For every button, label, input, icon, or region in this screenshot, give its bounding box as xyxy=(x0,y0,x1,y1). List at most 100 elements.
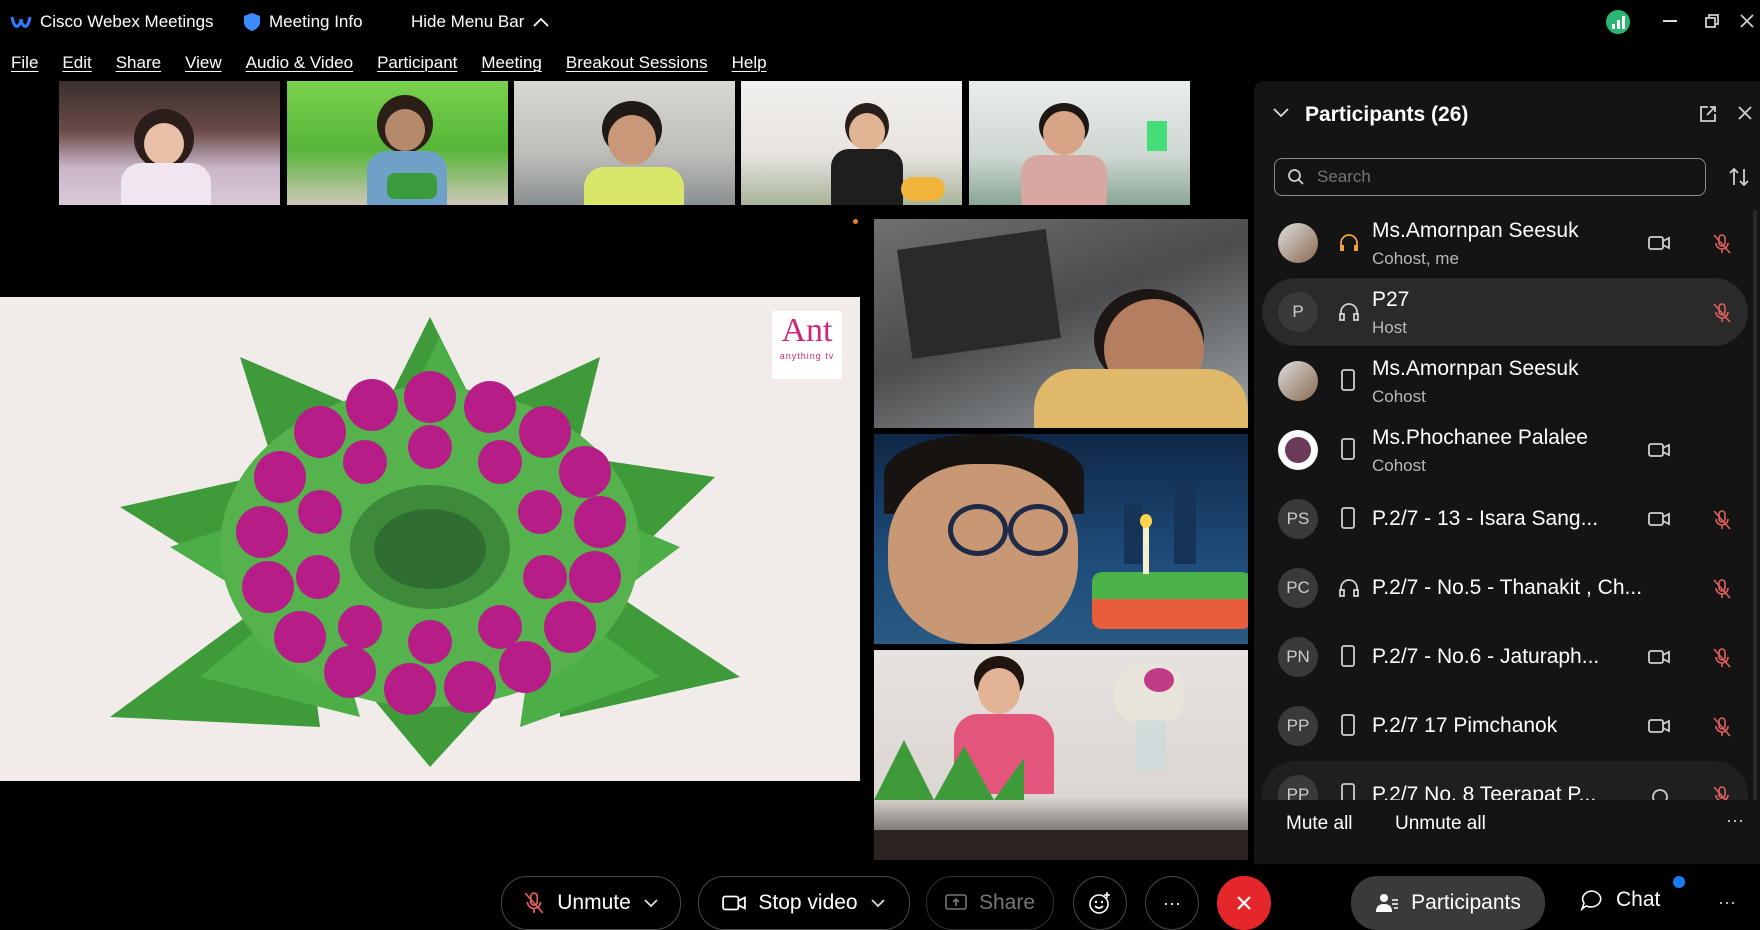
close-panel-button[interactable] xyxy=(1736,104,1754,127)
emoji-icon xyxy=(1089,892,1110,914)
chat-button[interactable]: Chat xyxy=(1580,888,1660,912)
participant-row[interactable]: PS P.2/7 - 13 - Isara Sang... xyxy=(1262,485,1748,553)
chevron-up-icon xyxy=(533,17,550,27)
minimize-icon xyxy=(1663,20,1677,22)
participant-row[interactable]: P P27 Host xyxy=(1262,278,1748,346)
restore-button[interactable] xyxy=(1692,6,1732,36)
chevron-down-icon xyxy=(1273,108,1289,118)
meeting-info-button[interactable]: Meeting Info xyxy=(243,12,363,32)
video-camera-icon xyxy=(1648,650,1670,664)
reactions-button[interactable] xyxy=(1073,876,1127,930)
video-tile[interactable] xyxy=(874,434,1248,644)
app-name: Cisco Webex Meetings xyxy=(40,12,214,31)
close-window-button[interactable] xyxy=(1734,6,1760,36)
unmute-button[interactable]: Unmute xyxy=(501,876,681,930)
participant-row[interactable]: PP P.2/7 17 Pimchanok xyxy=(1262,692,1748,760)
video-thumbnail[interactable] xyxy=(59,81,280,205)
stop-video-label: Stop video xyxy=(758,891,858,914)
video-tile[interactable] xyxy=(874,650,1248,860)
end-meeting-button[interactable] xyxy=(1217,876,1271,930)
menu-audio-video[interactable]: Audio & Video xyxy=(234,53,365,73)
participant-name: Ms.Amornpan Seesuk xyxy=(1372,357,1579,380)
avatar: P xyxy=(1278,292,1318,332)
hide-menu-bar-button[interactable]: Hide Menu Bar xyxy=(411,12,550,32)
search-input[interactable] xyxy=(1315,166,1679,188)
shield-icon xyxy=(244,13,260,31)
participant-row[interactable]: Ms.Phochanee Palalee Cohost xyxy=(1262,416,1748,484)
participant-name: P.2/7 - No.5 - Thanakit , Ch... xyxy=(1372,576,1643,599)
microphone-muted-icon xyxy=(1713,510,1731,530)
share-button[interactable]: Share xyxy=(926,876,1054,930)
participant-name: P.2/7 - No.6 - Jaturaph... xyxy=(1372,645,1600,668)
participant-name: Ms.Phochanee Palalee xyxy=(1372,426,1588,449)
share-screen-icon xyxy=(945,894,967,910)
microphone-muted-icon xyxy=(1713,786,1729,800)
meeting-info-label: Meeting Info xyxy=(269,12,363,31)
participant-role: Cohost, me xyxy=(1372,249,1459,268)
chat-notification-dot xyxy=(1673,876,1685,888)
video-thumbnail[interactable] xyxy=(969,81,1190,205)
video-thumbnail[interactable] xyxy=(514,81,735,205)
participant-role: Host xyxy=(1372,318,1407,337)
video-tile[interactable] xyxy=(874,219,1248,428)
avatar: PC xyxy=(1278,568,1318,608)
more-options-button[interactable]: ··· xyxy=(1145,876,1199,930)
app-title: Cisco Webex Meetings xyxy=(10,12,214,32)
popout-panel-button[interactable] xyxy=(1698,104,1718,129)
chevron-down-icon xyxy=(644,899,658,908)
microphone-muted-icon xyxy=(1713,717,1731,737)
stop-video-button[interactable]: Stop video xyxy=(698,876,910,930)
webex-logo-icon xyxy=(10,16,32,28)
menu-view[interactable]: View xyxy=(173,53,234,73)
avatar: PN xyxy=(1278,637,1318,677)
overflow-menu-button[interactable]: ··· xyxy=(1718,892,1736,913)
mobile-device-icon xyxy=(1341,438,1355,460)
menu-file[interactable]: File xyxy=(0,53,50,73)
participant-name: P27 xyxy=(1372,288,1410,311)
participant-name: P.2/7 No. 8 Teerapat P... xyxy=(1372,783,1597,800)
video-camera-icon xyxy=(722,895,747,911)
video-thumbnail[interactable] xyxy=(741,81,962,205)
mute-all-button[interactable]: Mute all xyxy=(1286,813,1353,835)
sort-button[interactable] xyxy=(1728,166,1750,193)
more-icon: ··· xyxy=(1726,810,1744,830)
unmute-all-button[interactable]: Unmute all xyxy=(1395,813,1486,835)
menu-share[interactable]: Share xyxy=(104,53,173,73)
mobile-device-icon xyxy=(1341,369,1355,391)
participant-list-scrollbar[interactable] xyxy=(1753,210,1757,800)
video-thumbnail[interactable] xyxy=(287,81,508,205)
minimize-button[interactable] xyxy=(1650,6,1690,36)
avatar xyxy=(1278,223,1318,263)
search-icon xyxy=(1288,169,1304,185)
collapse-panel-button[interactable] xyxy=(1272,106,1290,125)
sort-icon xyxy=(1729,167,1749,187)
participant-row[interactable]: PC P.2/7 - No.5 - Thanakit , Ch... xyxy=(1262,554,1748,622)
participant-row[interactable]: Ms.Amornpan Seesuk Cohost xyxy=(1262,347,1748,415)
chat-bubble-icon xyxy=(1580,890,1602,911)
participant-row[interactable]: PN P.2/7 - No.6 - Jaturaph... xyxy=(1262,623,1748,691)
channel-watermark: Ant anything tv xyxy=(772,311,842,379)
microphone-muted-icon xyxy=(1713,234,1731,254)
headset-icon xyxy=(1340,234,1358,251)
participant-row[interactable]: PP P.2/7 No. 8 Teerapat P... xyxy=(1262,761,1748,800)
avatar: PP xyxy=(1278,775,1318,800)
menu-edit[interactable]: Edit xyxy=(50,53,103,73)
menu-meeting[interactable]: Meeting xyxy=(469,53,553,73)
video-camera-icon xyxy=(1648,443,1670,457)
participant-row[interactable]: Ms.Amornpan Seesuk Cohost, me xyxy=(1262,209,1748,277)
participants-button[interactable]: Participants xyxy=(1351,876,1545,930)
chat-bubble-icon xyxy=(1652,789,1668,800)
menu-breakout-sessions[interactable]: Breakout Sessions xyxy=(554,53,720,73)
search-field[interactable] xyxy=(1274,158,1706,196)
mobile-device-icon xyxy=(1341,645,1355,667)
participant-role: Cohost xyxy=(1372,456,1426,475)
network-signal-icon[interactable] xyxy=(1606,10,1630,34)
menu-help[interactable]: Help xyxy=(720,53,779,73)
participant-name: P.2/7 17 Pimchanok xyxy=(1372,714,1558,737)
microphone-muted-icon xyxy=(524,892,544,914)
more-options-button[interactable]: ··· xyxy=(1726,810,1744,831)
menu-participant[interactable]: Participant xyxy=(365,53,469,73)
main-video-stage[interactable]: Ant anything tv xyxy=(0,297,860,781)
close-icon xyxy=(1738,106,1752,120)
more-icon: ··· xyxy=(1718,892,1736,912)
